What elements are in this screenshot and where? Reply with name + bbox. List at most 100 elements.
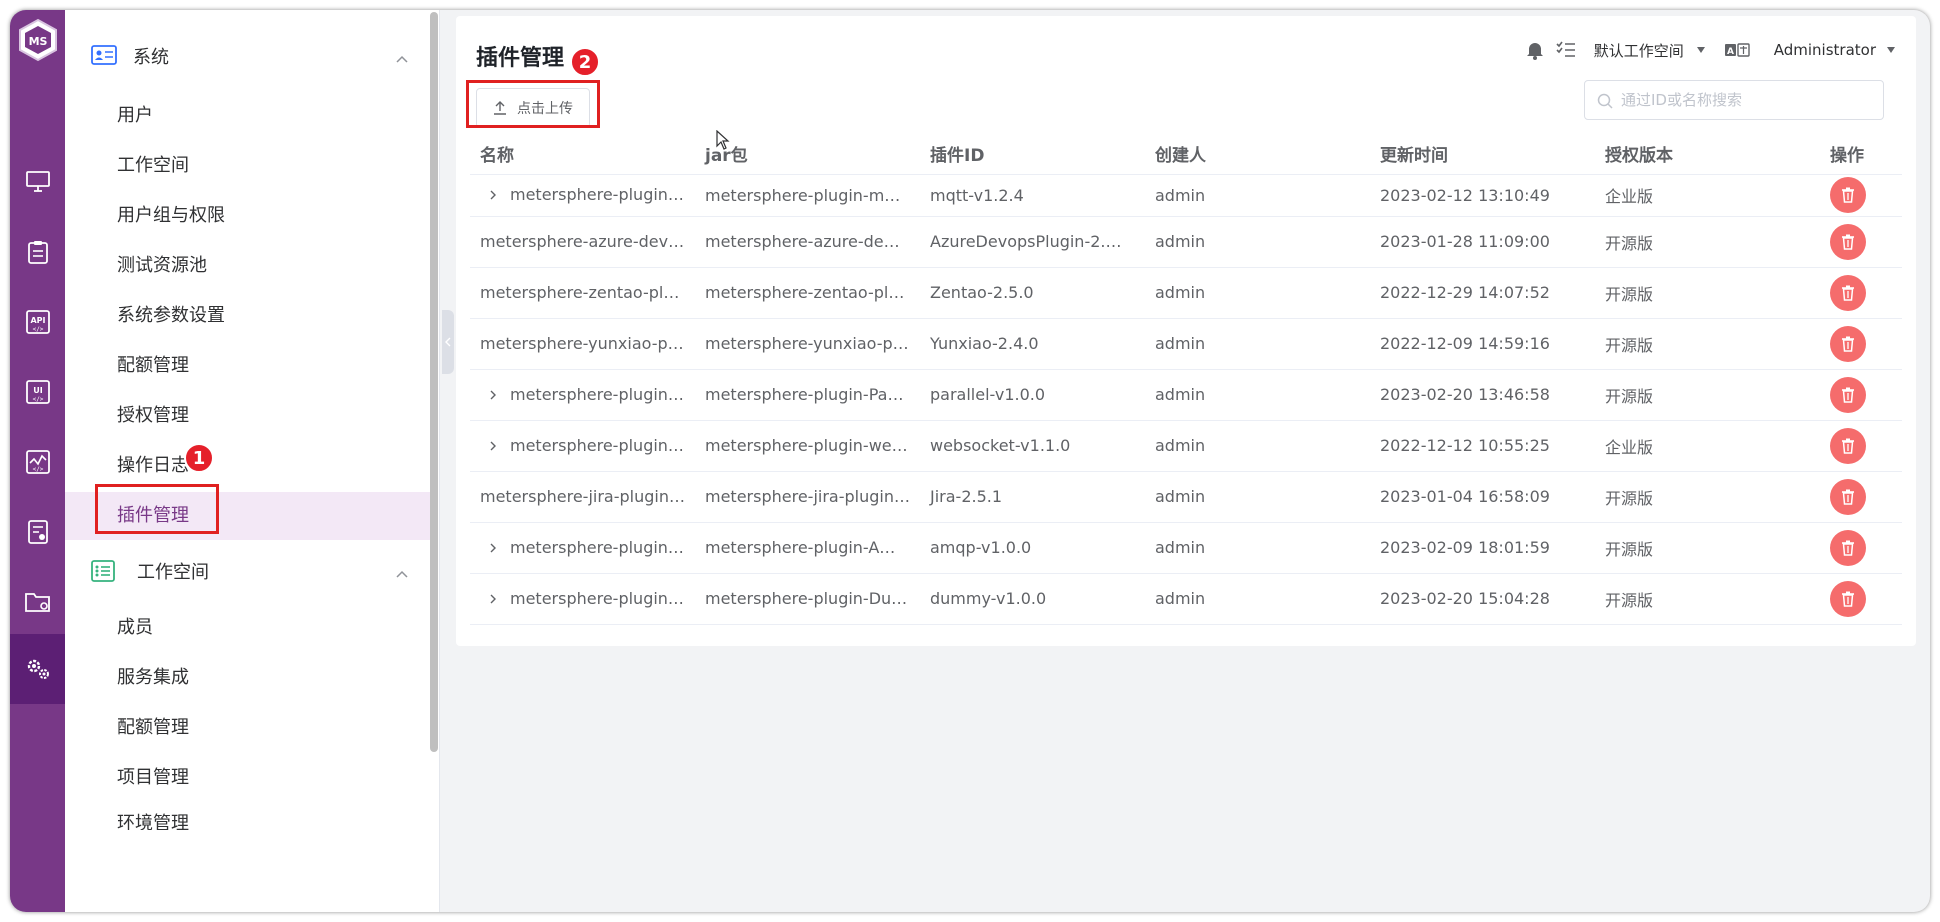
cell-updated: 2023-02-20 13:46:58 — [1370, 369, 1595, 421]
cell-name: metersphere-plugin… — [470, 369, 695, 421]
cell-plugin-id: websocket-v1.1.0 — [920, 420, 1145, 472]
svg-text:</>: </> — [32, 396, 43, 403]
trash-icon — [1842, 234, 1854, 250]
cell-jar: metersphere-jira-plugin… — [695, 471, 920, 523]
user-menu[interactable]: Administrator — [1774, 41, 1896, 59]
subnav-item-members[interactable]: 成员 — [65, 604, 430, 652]
search-box[interactable] — [1584, 80, 1884, 120]
group-system[interactable]: 系统 — [65, 31, 440, 81]
cell-plugin-id: Jira-2.5.1 — [920, 471, 1145, 523]
plugin-management-card: 插件管理 默认工作空间 A Administrator 点击上传 通过ID或名称… — [456, 16, 1916, 646]
subnav-item-environment[interactable]: 环境管理 — [65, 804, 430, 830]
cell-name: metersphere-jira-plugin… — [470, 471, 695, 523]
column-header-creator[interactable]: 创建人 — [1145, 134, 1370, 175]
subnav-item-operation-log[interactable]: 操作日志 — [65, 442, 430, 490]
rail-workstation[interactable] — [10, 147, 65, 217]
cell-updated: 2023-01-28 11:09:00 — [1370, 216, 1595, 268]
delete-button[interactable] — [1830, 376, 1866, 413]
delete-button[interactable] — [1830, 223, 1866, 260]
metersphere-logo: MS — [18, 18, 58, 62]
rail-project[interactable] — [10, 567, 65, 637]
cell-edition: 开源版 — [1595, 216, 1820, 268]
delete-button[interactable] — [1830, 427, 1866, 464]
subnav-item-license[interactable]: 授权管理 — [65, 392, 430, 440]
sidebar-collapse-handle[interactable] — [442, 310, 454, 374]
delete-button[interactable] — [1830, 325, 1866, 362]
column-header-name[interactable]: 名称 — [470, 134, 695, 175]
cell-jar: metersphere-plugin-m… — [695, 174, 920, 217]
subnav-item-ws-quota[interactable]: 配额管理 — [65, 704, 430, 752]
search-input[interactable] — [1621, 91, 1871, 109]
annotation-badge-1: 1 — [184, 443, 214, 473]
delete-button[interactable] — [1830, 580, 1866, 617]
subnav-item-quota[interactable]: 配额管理 — [65, 342, 430, 390]
api-icon: API </> — [25, 310, 50, 334]
expand-row-icon[interactable] — [488, 386, 506, 405]
cell-updated: 2023-02-20 15:04:28 — [1370, 573, 1595, 625]
delete-button[interactable] — [1830, 274, 1866, 311]
svg-text:MS: MS — [29, 35, 48, 48]
subnav-item-system-params[interactable]: 系统参数设置 — [65, 292, 430, 340]
subnav-item-resource-pool[interactable]: 测试资源池 — [65, 242, 430, 290]
cell-jar: metersphere-yunxiao-p… — [695, 318, 920, 370]
workspace-name: 默认工作空间 — [1593, 41, 1684, 60]
cell-edition: 开源版 — [1595, 471, 1820, 523]
plugin-name: metersphere-plugin… — [510, 537, 684, 557]
chevron-up-icon — [395, 49, 409, 68]
rail-ui[interactable]: UI </> — [10, 357, 65, 427]
cell-name: metersphere-plugin… — [470, 420, 695, 472]
table-row: metersphere-yunxiao-p… metersphere-yunxia… — [470, 318, 1902, 370]
task-list-icon[interactable] — [1556, 41, 1576, 59]
subnav-item-project[interactable]: 项目管理 — [65, 754, 430, 802]
table-row: metersphere-plugin… metersphere-plugin-A…… — [470, 522, 1902, 574]
trash-icon — [1842, 387, 1854, 403]
cell-jar: metersphere-plugin-we… — [695, 420, 920, 472]
rail-api[interactable]: API </> — [10, 287, 65, 357]
icon-rail: MS API </> UI </> </> — [10, 10, 65, 912]
expand-row-icon[interactable] — [488, 437, 506, 456]
workspace-switcher[interactable]: 默认工作空间 — [1594, 40, 1706, 61]
subnav-item-user[interactable]: 用户 — [65, 92, 430, 140]
table-row: metersphere-plugin… metersphere-plugin-Du… — [470, 573, 1902, 625]
expand-row-icon[interactable] — [488, 590, 506, 609]
trash-icon — [1842, 438, 1854, 454]
column-header-updated[interactable]: 更新时间 — [1370, 134, 1595, 175]
delete-button[interactable] — [1830, 177, 1866, 213]
cell-creator: admin — [1145, 420, 1370, 472]
trash-icon — [1842, 187, 1854, 203]
rail-track[interactable] — [10, 217, 65, 287]
plugin-name: metersphere-yunxiao-p… — [480, 334, 684, 353]
rail-settings[interactable] — [10, 634, 65, 704]
table-row: metersphere-plugin… metersphere-plugin-we… — [470, 420, 1902, 472]
table-row: metersphere-zentao-pl… metersphere-zentao… — [470, 267, 1902, 319]
mouse-cursor-icon — [716, 129, 730, 154]
expand-row-icon[interactable] — [488, 539, 506, 558]
rail-report[interactable] — [10, 497, 65, 567]
subnav-item-workspace[interactable]: 工作空间 — [65, 142, 430, 190]
expand-row-icon[interactable] — [488, 186, 506, 205]
app-window: MS API </> UI </> </> 系统 用户 工作空间 用户组与权限 … — [10, 10, 1930, 912]
subnav-scrollbar[interactable] — [430, 12, 438, 752]
cell-updated: 2022-12-12 10:55:25 — [1370, 420, 1595, 472]
cell-edition: 企业版 — [1595, 174, 1820, 217]
cell-actions — [1820, 471, 1902, 523]
group-workspace[interactable]: 工作空间 — [65, 546, 440, 596]
settings-subnav: 系统 用户 工作空间 用户组与权限 测试资源池 系统参数设置 配额管理 授权管理… — [65, 10, 440, 912]
cell-jar: metersphere-plugin-Pa… — [695, 369, 920, 421]
list-icon — [91, 560, 115, 586]
delete-button[interactable] — [1830, 529, 1866, 566]
delete-button[interactable] — [1830, 478, 1866, 515]
bell-icon[interactable] — [1526, 40, 1544, 60]
subnav-item-integration[interactable]: 服务集成 — [65, 654, 430, 702]
translate-icon[interactable]: A — [1724, 42, 1750, 58]
cell-actions — [1820, 267, 1902, 319]
column-header-plugin-id[interactable]: 插件ID — [920, 134, 1145, 175]
rail-performance[interactable]: </> — [10, 427, 65, 497]
monitor-icon — [25, 171, 50, 193]
cell-updated: 2022-12-29 14:07:52 — [1370, 267, 1595, 319]
table-row: metersphere-jira-plugin… metersphere-jira… — [470, 471, 1902, 523]
plugin-name: metersphere-plugin… — [510, 384, 684, 404]
column-header-edition[interactable]: 授权版本 — [1595, 134, 1820, 175]
subnav-item-usergroup[interactable]: 用户组与权限 — [65, 192, 430, 240]
cell-actions — [1820, 318, 1902, 370]
